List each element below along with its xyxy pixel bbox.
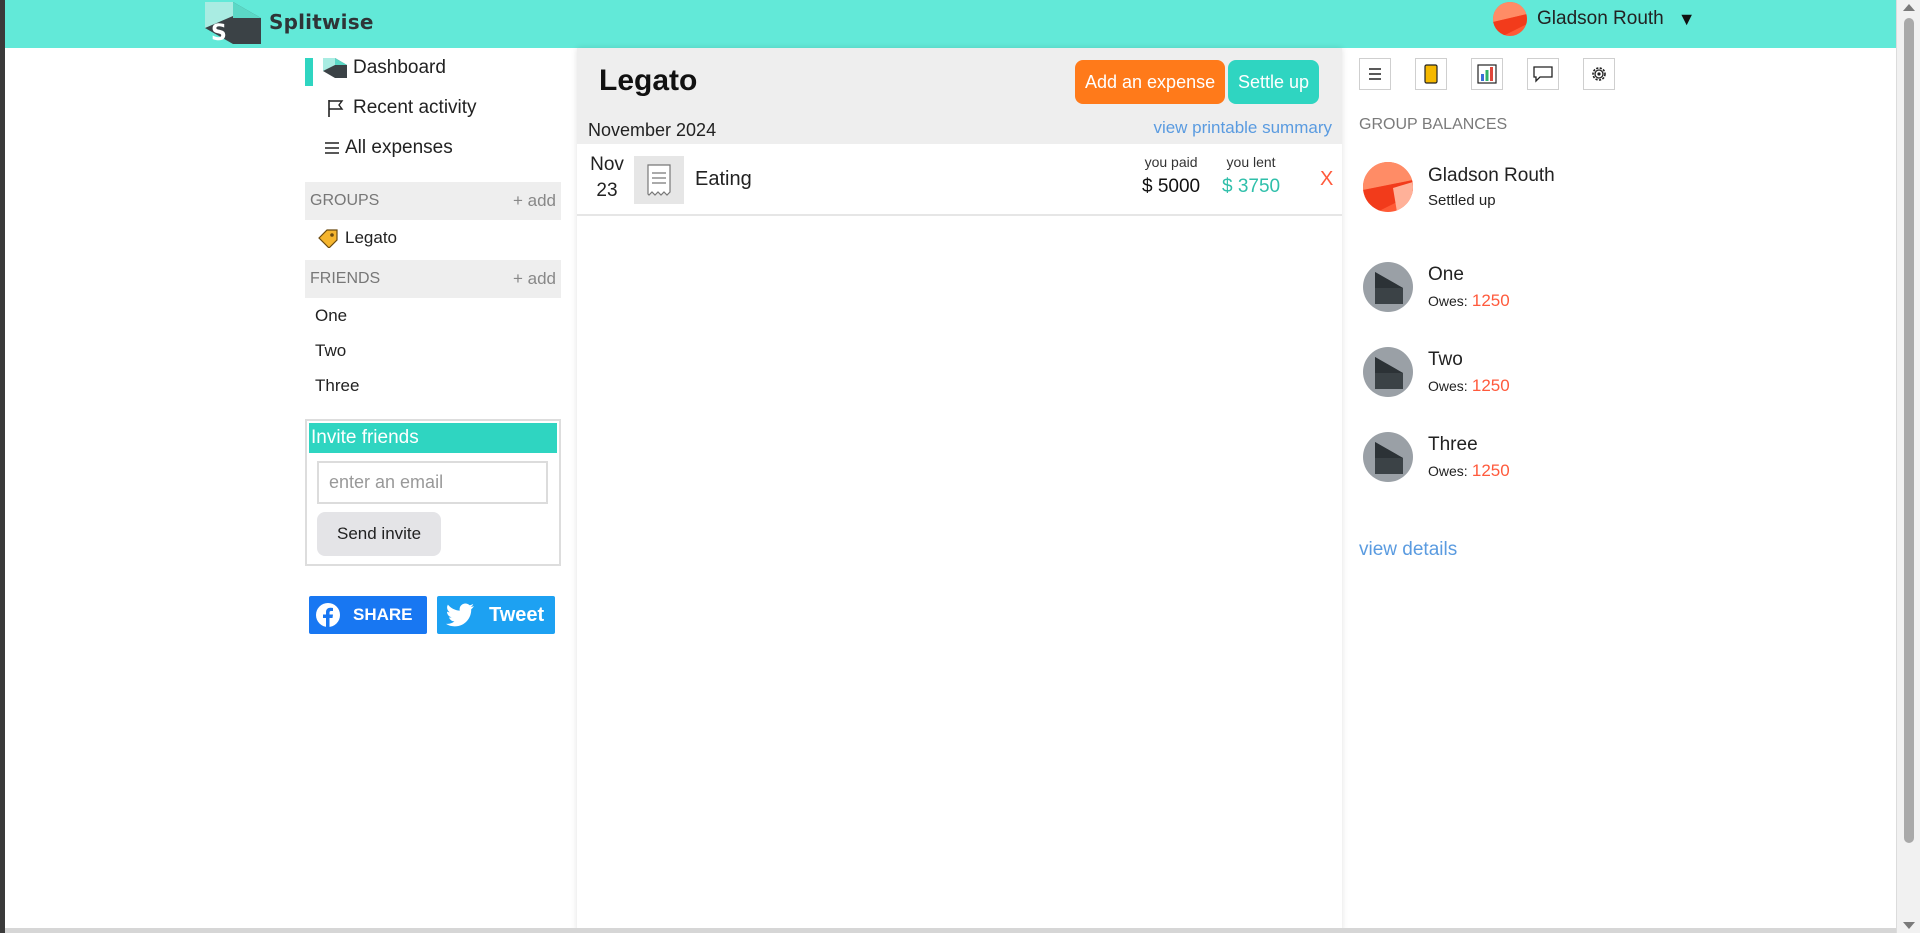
avatar [1363,162,1413,212]
chart-icon[interactable] [1471,58,1503,90]
send-invite-button[interactable]: Send invite [317,512,442,556]
nav-dashboard[interactable]: Dashboard [305,48,561,88]
splitwise-logo[interactable]: S Splitwise [205,0,374,46]
tag-icon [317,228,339,248]
balance-item-three[interactable]: Three Owes: 1250 [1363,432,1510,482]
groups-title: GROUPS [310,192,380,209]
user-menu[interactable]: Gladson Routh ▼ [1493,2,1696,36]
add-friend-link[interactable]: + add [513,269,556,289]
splitwise-logo-icon [323,57,347,79]
horizontal-scrollbar[interactable] [5,928,1896,933]
expense-row[interactable]: Nov 23 Eating you paid $ 5000 you lent $… [577,144,1342,216]
friend-item-three[interactable]: Three [305,368,561,403]
you-lent-column: you lent $ 3750 [1222,154,1280,198]
nav-label: Dashboard [353,57,446,78]
nav-recent-activity[interactable]: Recent activity [305,88,561,128]
expense-day: 23 [596,180,618,201]
receipt-icon [634,156,684,204]
scroll-down-icon[interactable] [1903,922,1915,929]
group-detail-panel: Legato Add an expense Settle up November… [577,48,1342,933]
chevron-down-icon: ▼ [1677,8,1696,29]
brand-name: Splitwise [269,10,374,34]
avatar [1363,432,1413,482]
vertical-scrollbar[interactable] [1896,0,1920,933]
you-paid-label: you paid [1144,154,1198,170]
owes-label: Owes: [1428,462,1468,479]
balance-owes: Owes: 1250 [1428,461,1510,481]
delete-expense-button[interactable]: X [1320,168,1333,191]
user-avatar [1493,2,1527,36]
group-item-legato[interactable]: Legato [305,220,561,256]
expense-month: Nov [590,154,624,175]
avatar [1363,262,1413,312]
settle-up-button[interactable]: Settle up [1228,60,1320,104]
owes-amount: 1250 [1471,375,1510,395]
social-buttons: SHARE Tweet [305,596,561,634]
group-balances-title: GROUP BALANCES [1359,116,1508,133]
invite-title: Invite friends [309,423,557,453]
balance-name: Three [1428,433,1478,455]
twitter-icon [445,603,475,627]
owes-amount: 1250 [1471,460,1510,480]
list-icon [325,137,339,159]
balance-item-owner[interactable]: Gladson Routh Settled up [1363,162,1555,212]
share-label: SHARE [353,605,413,624]
friends-title: FRIENDS [310,270,381,287]
owes-label: Owes: [1428,292,1468,309]
tweet-label: Tweet [489,603,545,626]
you-lent-label: you lent [1226,154,1276,170]
owes-amount: 1250 [1471,290,1510,310]
balance-item-one[interactable]: One Owes: 1250 [1363,262,1510,312]
nav-all-expenses[interactable]: All expenses [305,128,561,168]
view-details-link[interactable]: view details [1359,539,1457,561]
scrollbar-thumb[interactable] [1904,18,1914,843]
flag-icon [325,97,347,119]
svg-text:S: S [211,21,227,44]
you-lent-value: $ 3750 [1222,176,1281,197]
balance-name: Two [1428,348,1463,370]
balance-owes: Owes: 1250 [1428,291,1510,311]
top-navbar: S Splitwise Gladson Routh ▼ [5,0,1896,48]
group-label: Legato [345,228,397,247]
you-paid-column: you paid $ 5000 [1142,154,1200,198]
user-name: Gladson Routh [1537,8,1664,29]
facebook-icon [315,602,341,628]
you-paid-value: $ 5000 [1142,176,1201,197]
nav-label: All expenses [345,137,453,158]
facebook-share-button[interactable]: SHARE [309,596,427,634]
avatar [1363,347,1413,397]
phone-icon[interactable] [1415,58,1447,90]
groups-header: GROUPS + add [305,182,561,220]
balance-name: Gladson Routh [1428,165,1555,186]
scroll-up-icon[interactable] [1903,4,1915,11]
friend-item-one[interactable]: One [305,298,561,333]
expense-description: Eating [695,168,752,190]
left-sidebar: Dashboard Recent activity All expenses G… [305,48,561,634]
friends-header: FRIENDS + add [305,260,561,298]
friend-item-two[interactable]: Two [305,333,561,368]
gear-icon[interactable] [1583,58,1615,90]
invite-friends-box: Invite friends Send invite [305,419,561,566]
splitwise-logo-icon: S [205,0,261,46]
invite-email-input[interactable] [317,461,548,504]
balance-owes: Owes: 1250 [1428,376,1510,396]
comment-icon[interactable] [1527,58,1559,90]
list-icon[interactable] [1359,58,1391,90]
nav-label: Recent activity [353,97,477,118]
page-title: Legato [599,64,698,97]
owes-label: Owes: [1428,377,1468,394]
balance-status: Settled up [1428,192,1496,209]
balance-name: One [1428,263,1464,285]
balance-item-two[interactable]: Two Owes: 1250 [1363,347,1510,397]
add-expense-button[interactable]: Add an expense [1075,60,1226,104]
view-printable-summary-link[interactable]: view printable summary [1153,118,1332,138]
expense-date: Nov 23 [587,152,627,204]
window-frame [0,0,5,933]
group-header: Legato Add an expense Settle up November… [577,48,1342,144]
twitter-tweet-button[interactable]: Tweet [437,596,555,634]
month-label: November 2024 [588,120,717,140]
add-group-link[interactable]: + add [513,191,556,211]
view-toolbar [1359,58,1615,90]
